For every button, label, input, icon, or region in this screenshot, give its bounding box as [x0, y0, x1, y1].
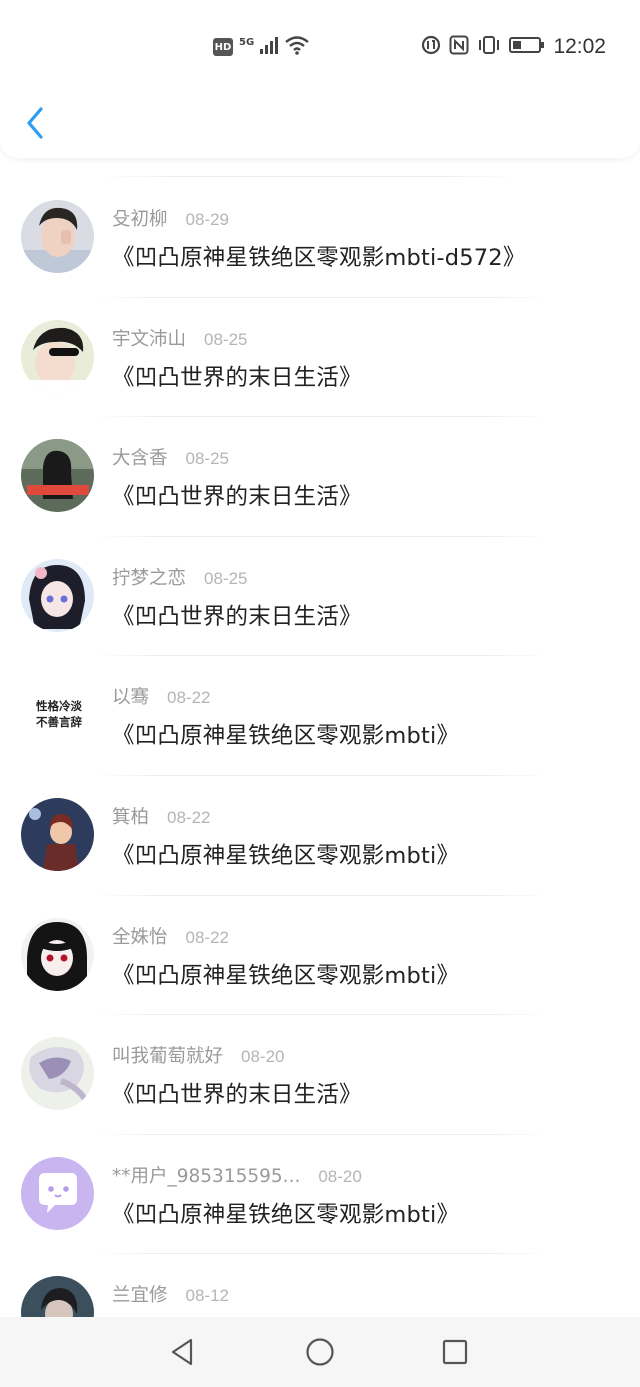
nfc-icon [449, 35, 469, 59]
list-item[interactable]: 宇文沛山 08-25 《凹凸世界的末日生活》 [0, 298, 640, 418]
list-item[interactable]: 大含香 08-25 《凹凸世界的末日生活》 [0, 417, 640, 537]
username: 殳初柳 [112, 209, 168, 230]
nav-home-button[interactable] [302, 1334, 338, 1370]
avatar[interactable] [21, 439, 94, 513]
system-nav-bar [0, 1317, 640, 1387]
username: 箕柏 [112, 806, 150, 828]
status-left: HD 5G [213, 35, 310, 59]
date: 08-25 [204, 568, 248, 588]
username: 叫我葡萄就好 [112, 1046, 224, 1068]
work-title[interactable]: 《凹凸原神星铁绝区零观影mbti》 [112, 1197, 459, 1229]
avatar[interactable] [21, 319, 94, 393]
avatar[interactable] [21, 558, 94, 632]
chevron-left-icon [27, 107, 43, 139]
work-title[interactable]: 《凹凸原神星铁绝区零观影mbti》 [112, 838, 459, 870]
date: 08-22 [185, 927, 229, 947]
record-list: 殳初柳 08-29 《凹凸原神星铁绝区零观影mbti-d572》 宇文沛山 08… [0, 178, 640, 1374]
username: 拧梦之恋 [112, 567, 187, 589]
item-meta: 全姝怡 08-22 [112, 923, 229, 948]
screen: HD 5G 12:02 殳初柳 08-29 《凹凸原神星铁绝区零观影mbti-d… [0, 0, 640, 1387]
triangle-back-icon [171, 1338, 193, 1366]
date: 08-12 [185, 1286, 229, 1306]
date: 08-22 [167, 688, 211, 708]
list-item[interactable]: 殳初柳 08-29 《凹凸原神星铁绝区零观影mbti-d572》 [0, 178, 640, 298]
status-bar: HD 5G 12:02 [0, 0, 640, 92]
item-meta: **用户_985315595... 08-20 [112, 1162, 362, 1187]
list-item[interactable]: 拧梦之恋 08-25 《凹凸世界的末日生活》 [0, 537, 640, 657]
item-meta: 拧梦之恋 08-25 [112, 564, 248, 589]
item-meta: 宇文沛山 08-25 [112, 325, 248, 350]
item-meta: 殳初柳 08-29 [112, 205, 229, 230]
network-type: 5G [239, 37, 255, 48]
avatar-text: 性格冷淡 [36, 699, 82, 714]
divider [100, 176, 520, 177]
nav-back-button[interactable] [164, 1334, 200, 1370]
hd-badge: HD [213, 38, 233, 56]
square-recents-icon [442, 1339, 468, 1365]
username: 以骞 [112, 687, 150, 709]
avatar[interactable] [21, 797, 94, 871]
item-meta: 叫我葡萄就好 08-20 [112, 1042, 285, 1068]
username: 兰宜修 [112, 1285, 168, 1307]
top-bar: HD 5G 12:02 [0, 0, 640, 158]
nav-recents-button[interactable] [437, 1334, 473, 1370]
avatar-text: 不善言辞 [36, 715, 82, 730]
work-title[interactable]: 《凹凸世界的末日生活》 [112, 599, 362, 631]
avatar[interactable] [21, 1156, 94, 1230]
list-item[interactable]: 性格冷淡 不善言辞 以骞 08-22 《凹凸原神星铁绝区零观影mbti》 [0, 656, 640, 776]
item-meta: 大含香 08-25 [112, 444, 229, 470]
username: **用户_985315595... [112, 1165, 301, 1187]
date: 08-20 [241, 1047, 285, 1067]
work-title[interactable]: 《凹凸世界的末日生活》 [112, 479, 362, 511]
status-right: 12:02 [421, 33, 606, 61]
work-title[interactable]: 《凹凸原神星铁绝区零观影mbti》 [112, 718, 459, 750]
data-saver-icon [421, 35, 441, 59]
list-item[interactable]: 全姝怡 08-22 《凹凸原神星铁绝区零观影mbti》 [0, 896, 640, 1016]
list-item[interactable]: 叫我葡萄就好 08-20 《凹凸世界的末日生活》 [0, 1015, 640, 1135]
date: 08-25 [204, 329, 248, 349]
username: 大含香 [112, 448, 168, 470]
date: 08-29 [185, 210, 229, 229]
back-button[interactable] [20, 105, 50, 141]
username: 宇文沛山 [112, 328, 187, 350]
list-item[interactable]: 箕柏 08-22 《凹凸原神星铁绝区零观影mbti》 [0, 776, 640, 896]
avatar[interactable]: 性格冷淡 不善言辞 [21, 678, 94, 752]
date: 08-25 [185, 449, 229, 469]
avatar[interactable] [21, 917, 94, 991]
date: 08-22 [167, 807, 211, 827]
work-title[interactable]: 《凹凸世界的末日生活》 [112, 1077, 362, 1109]
battery-icon [509, 36, 545, 58]
item-meta: 兰宜修 08-12 [112, 1281, 229, 1307]
item-meta: 箕柏 08-22 [112, 803, 211, 828]
clock: 12:02 [553, 35, 606, 58]
avatar[interactable] [21, 1037, 94, 1111]
username: 全姝怡 [112, 926, 168, 948]
avatar[interactable] [21, 200, 94, 273]
item-meta: 以骞 08-22 [112, 683, 211, 709]
list-item[interactable]: **用户_985315595... 08-20 《凹凸原神星铁绝区零观影mbti… [0, 1135, 640, 1255]
vibrate-icon [477, 35, 501, 59]
work-title[interactable]: 《凹凸原神星铁绝区零观影mbti》 [112, 958, 459, 990]
signal-icon [260, 36, 279, 58]
work-title[interactable]: 《凹凸世界的末日生活》 [112, 360, 362, 392]
wifi-icon [284, 35, 310, 59]
date: 08-20 [318, 1166, 362, 1186]
circle-home-icon [306, 1338, 334, 1366]
work-title[interactable]: 《凹凸原神星铁绝区零观影mbti-d572》 [112, 240, 526, 272]
